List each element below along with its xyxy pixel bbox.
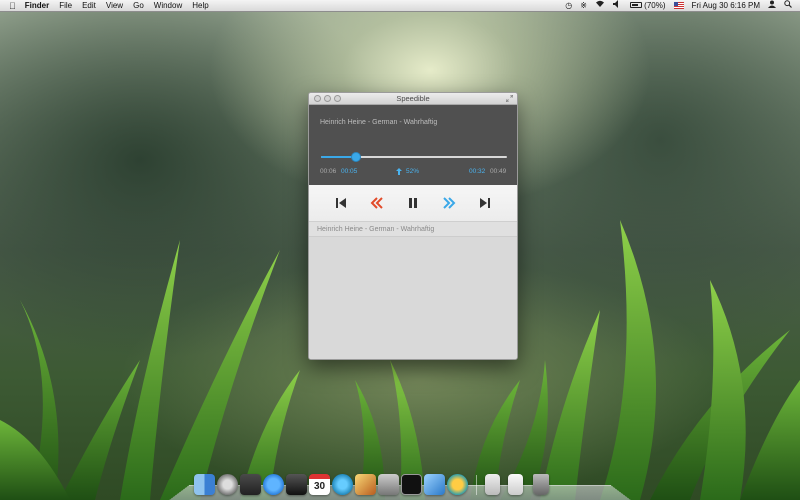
xcode-icon[interactable] xyxy=(424,474,445,495)
menu-help[interactable]: Help xyxy=(192,0,208,12)
pause-icon xyxy=(409,198,417,208)
rewind-button[interactable] xyxy=(370,196,384,210)
menu-go[interactable]: Go xyxy=(133,0,144,12)
menubar-status-area: ◷ ※ (70%) Fri Aug 30 6:16 PM xyxy=(557,0,792,12)
document-icon[interactable] xyxy=(485,474,500,495)
wifi-icon[interactable] xyxy=(595,0,605,12)
arrow-up-icon xyxy=(396,168,402,175)
rewind-icon xyxy=(370,197,383,209)
finder-icon[interactable] xyxy=(194,474,215,495)
app-store-icon[interactable] xyxy=(263,474,284,495)
playlist: Heinrich Heine - German - Wahrhaftig xyxy=(309,222,517,359)
terminal-icon[interactable] xyxy=(401,474,422,495)
trash-icon[interactable] xyxy=(533,474,549,495)
skip-forward-icon xyxy=(480,198,490,208)
spotlight-search-icon[interactable] xyxy=(784,0,792,12)
window-title: Speedible xyxy=(396,94,430,103)
iphoto-icon[interactable] xyxy=(355,474,376,495)
launchpad-icon[interactable] xyxy=(217,474,238,495)
dock-separator xyxy=(476,475,477,495)
time-left-total: 00:06 xyxy=(320,168,337,175)
transport-controls xyxy=(309,185,517,222)
previous-track-button[interactable] xyxy=(334,196,348,210)
calendar-icon[interactable]: 30 xyxy=(309,474,330,495)
speed-value: 52% xyxy=(406,168,420,175)
menu-bar:  Finder File Edit View Go Window Help ◷… xyxy=(0,0,800,12)
fast-forward-button[interactable] xyxy=(442,196,456,210)
playback-speed[interactable]: 52% xyxy=(396,168,419,175)
now-playing-title: Heinrich Heine - German - Wahrhaftig xyxy=(320,119,438,126)
playlist-item[interactable]: Heinrich Heine - German - Wahrhaftig xyxy=(309,222,517,237)
window-titlebar[interactable]: Speedible xyxy=(309,93,517,105)
menu-view[interactable]: View xyxy=(106,0,123,12)
time-right-total: 00:49 xyxy=(490,168,507,175)
menu-app-name[interactable]: Finder xyxy=(25,0,49,12)
dock: 30 xyxy=(188,466,616,500)
menu-file[interactable]: File xyxy=(59,0,72,12)
progress-knob[interactable] xyxy=(351,152,362,162)
time-elapsed: 00:05 xyxy=(341,168,358,175)
speedible-window: Speedible Heinrich Heine - German - Wahr… xyxy=(308,92,518,360)
next-track-button[interactable] xyxy=(478,196,492,210)
itunes-icon[interactable] xyxy=(332,474,353,495)
utility-icon[interactable] xyxy=(378,474,399,495)
skip-back-icon xyxy=(336,198,346,208)
menu-window[interactable]: Window xyxy=(154,0,182,12)
speedible-icon[interactable] xyxy=(447,474,468,495)
player-panel: Heinrich Heine - German - Wahrhaftig 00:… xyxy=(309,105,517,185)
progress-slider[interactable] xyxy=(321,152,507,162)
battery-icon xyxy=(629,2,642,9)
pause-button[interactable] xyxy=(406,196,420,210)
facetime-icon[interactable] xyxy=(286,474,307,495)
document-icon-2[interactable] xyxy=(508,474,523,495)
mission-control-icon[interactable] xyxy=(240,474,261,495)
menubar-clock[interactable]: Fri Aug 30 6:16 PM xyxy=(692,0,760,12)
battery-percent: (70%) xyxy=(644,0,666,10)
fullscreen-icon[interactable] xyxy=(506,95,513,102)
volume-icon[interactable] xyxy=(612,0,622,12)
fast-forward-icon xyxy=(443,197,456,209)
time-remaining: 00:32 xyxy=(469,168,486,175)
user-icon[interactable] xyxy=(768,0,776,12)
battery-status[interactable]: (70%) xyxy=(629,0,666,12)
input-source-flag-icon[interactable] xyxy=(673,0,684,12)
bluetooth-icon[interactable]: ※ xyxy=(580,0,587,12)
time-machine-icon[interactable]: ◷ xyxy=(565,0,572,12)
apple-menu-icon[interactable]:  xyxy=(9,0,16,12)
menu-edit[interactable]: Edit xyxy=(82,0,96,12)
